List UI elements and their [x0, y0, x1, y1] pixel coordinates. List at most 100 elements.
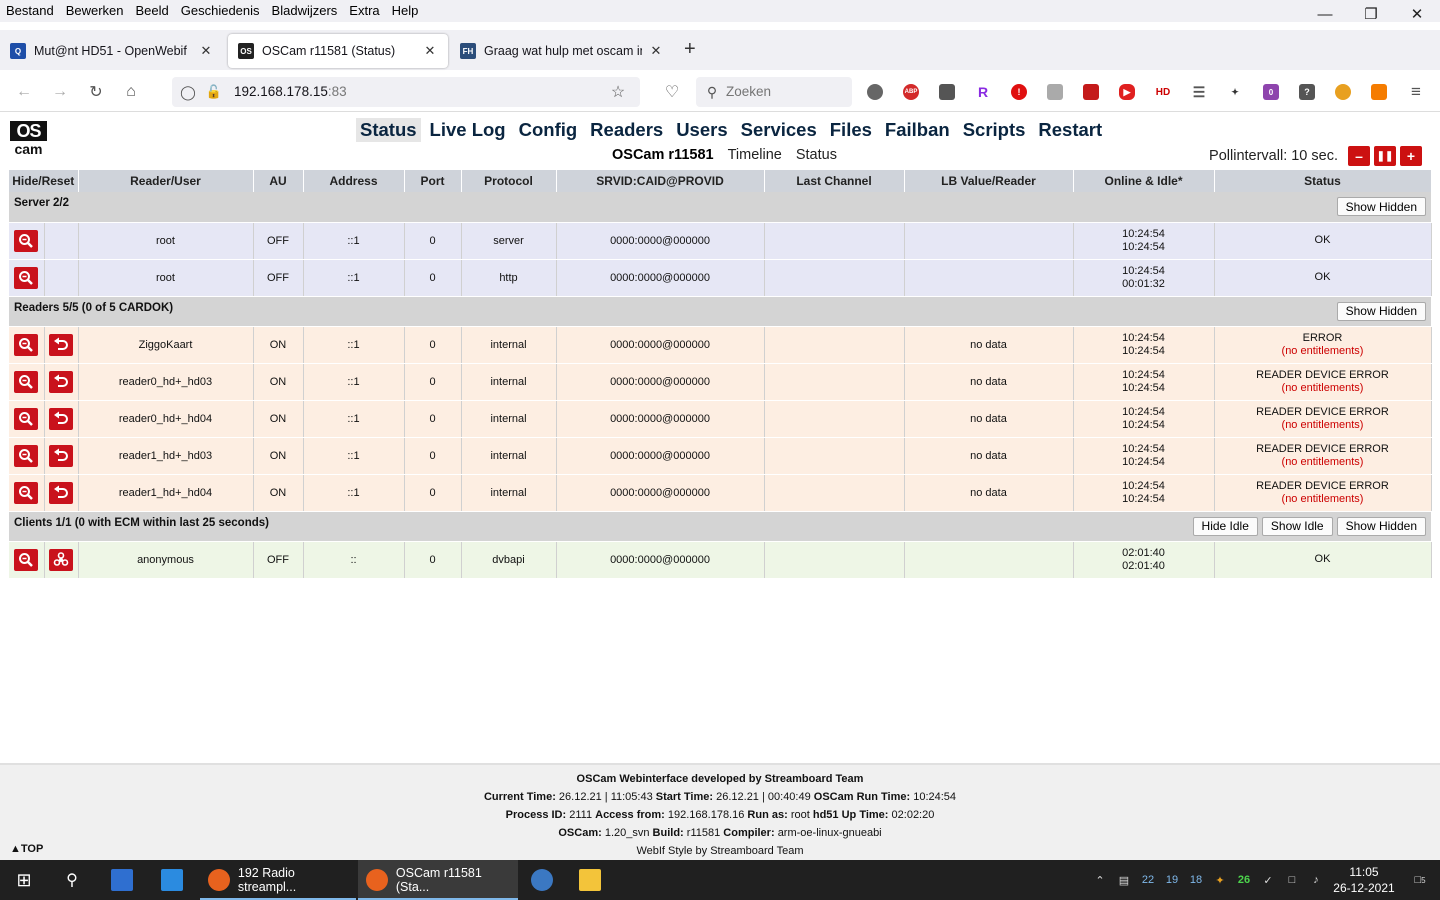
reset-icon[interactable]	[49, 407, 73, 430]
tray-check-icon[interactable]: ✓	[1256, 860, 1280, 900]
reset-icon[interactable]	[49, 444, 73, 467]
colorful-extension-icon[interactable]	[1335, 84, 1351, 100]
search-input[interactable]	[724, 83, 844, 100]
menu-restart[interactable]: Restart	[1034, 118, 1106, 142]
library-icon[interactable]: ☰	[1191, 84, 1207, 100]
menu-beeld[interactable]: Beeld	[130, 0, 175, 22]
tray-temp-icon[interactable]: 18	[1184, 860, 1208, 900]
translate-icon[interactable]	[1047, 84, 1063, 100]
show-idle-button[interactable]: Show Idle	[1261, 516, 1333, 536]
poll-decrease-button[interactable]: –	[1348, 146, 1370, 166]
close-icon[interactable]: ✕	[648, 43, 664, 59]
menu-readers[interactable]: Readers	[586, 118, 667, 142]
r-extension-icon[interactable]: R	[975, 84, 991, 100]
search-bar[interactable]: ⚲	[696, 77, 852, 107]
forward-arrow-icon[interactable]: →	[50, 82, 70, 102]
tab-oscam-status[interactable]: OS OSCam r11581 (Status) ✕	[228, 34, 448, 68]
menu-scripts[interactable]: Scripts	[959, 118, 1030, 142]
close-icon[interactable]: ✕	[422, 43, 438, 59]
minimize-button[interactable]: —	[1302, 0, 1348, 28]
hide-idle-button[interactable]: Hide Idle	[1192, 516, 1258, 536]
maximize-button[interactable]: ❐	[1348, 0, 1394, 28]
taskbar-firefox-radio[interactable]: 192 Radio streampl...	[200, 860, 356, 900]
menu-config[interactable]: Config	[515, 118, 582, 142]
tab-forum[interactable]: FH Graag wat hulp met oscam inst ✕	[450, 34, 674, 68]
tray-temp-icon[interactable]: 26	[1232, 860, 1256, 900]
system-clock[interactable]: 11:05 26-12-2021	[1328, 864, 1400, 896]
url-text[interactable]: 192.168.178.15:83	[234, 84, 347, 99]
reader-user-name[interactable]: root	[78, 222, 254, 260]
reader-user-name[interactable]: reader1_hd+_hd03	[78, 437, 254, 475]
lock-icon[interactable]: 🔓	[204, 82, 224, 102]
reader-user-name[interactable]: reader1_hd+_hd04	[78, 474, 254, 512]
tray-feather-icon[interactable]: ✦	[1208, 860, 1232, 900]
reader-user-name[interactable]: anonymous	[78, 541, 254, 579]
menu-files[interactable]: Files	[826, 118, 876, 142]
hamburger-menu-icon[interactable]: ≡	[1406, 82, 1426, 102]
shield-icon[interactable]: ◯	[178, 82, 198, 102]
url-bar[interactable]: ◯ 🔓 192.168.178.15:83 ☆	[172, 77, 640, 107]
hide-magnifier-icon[interactable]	[14, 333, 39, 356]
hide-magnifier-icon[interactable]	[14, 444, 39, 467]
menu-status[interactable]: Status	[356, 118, 421, 142]
hide-magnifier-icon[interactable]	[14, 407, 39, 430]
kill-client-icon[interactable]	[49, 548, 73, 571]
thunderbird-icon[interactable]	[520, 860, 564, 900]
windows-start-icon[interactable]: ⊞	[0, 860, 48, 900]
menu-bladwijzers[interactable]: Bladwijzers	[266, 0, 344, 22]
reset-icon[interactable]	[49, 481, 73, 504]
menu-bewerken[interactable]: Bewerken	[60, 0, 130, 22]
sub-link-timeline[interactable]: Timeline	[728, 147, 782, 163]
ublock-icon[interactable]: !	[1011, 84, 1027, 100]
reload-icon[interactable]: ↻	[86, 82, 106, 102]
menu-users[interactable]: Users	[672, 118, 731, 142]
reader-user-name[interactable]: ZiggoKaart	[78, 326, 254, 364]
reader-user-name[interactable]: reader0_hd+_hd04	[78, 400, 254, 438]
menu-live-log[interactable]: Live Log	[426, 118, 510, 142]
badge-extension-icon[interactable]: 0	[1263, 84, 1279, 100]
close-window-button[interactable]: ✕	[1394, 0, 1440, 28]
reset-icon[interactable]	[49, 333, 73, 356]
feather-icon[interactable]: ✦	[1227, 84, 1243, 100]
poll-increase-button[interactable]: +	[1400, 146, 1422, 166]
store-icon[interactable]	[150, 860, 194, 900]
reader-user-name[interactable]: reader0_hd+_hd03	[78, 363, 254, 401]
menu-extra[interactable]: Extra	[343, 0, 385, 22]
oscam-logo[interactable]: OS cam	[10, 121, 47, 158]
network-icon[interactable]: □	[1280, 860, 1304, 900]
file-explorer-icon[interactable]	[568, 860, 612, 900]
taskbar-firefox-oscam[interactable]: OSCam r11581 (Sta...	[358, 860, 518, 900]
hide-magnifier-icon[interactable]	[14, 548, 39, 571]
search-taskbar-icon[interactable]: ⚲	[50, 860, 94, 900]
pocket-icon[interactable]: ♡	[662, 82, 682, 102]
volume-icon[interactable]: ♪	[1304, 860, 1328, 900]
cart-icon[interactable]	[1371, 84, 1387, 100]
menu-help[interactable]: Help	[386, 0, 425, 22]
back-arrow-icon[interactable]: ←	[14, 82, 34, 102]
home-icon[interactable]: ⌂	[121, 82, 141, 102]
reader-user-name[interactable]: root	[78, 259, 254, 297]
tray-chevron-up-icon[interactable]: ⌃	[1088, 860, 1112, 900]
help-icon[interactable]: ?	[1299, 84, 1315, 100]
mail-icon[interactable]	[100, 860, 144, 900]
menu-bestand[interactable]: Bestand	[0, 0, 60, 22]
show-hidden-button[interactable]: Show Hidden	[1336, 516, 1426, 536]
hide-magnifier-icon[interactable]	[14, 266, 39, 289]
tab-openwebif[interactable]: Q Mut@nt HD51 - OpenWebif ✕	[0, 34, 224, 68]
hide-magnifier-icon[interactable]	[14, 481, 39, 504]
menu-services[interactable]: Services	[737, 118, 821, 142]
tray-temp-icon[interactable]: 22	[1136, 860, 1160, 900]
poll-pause-button[interactable]: ❚❚	[1374, 146, 1396, 166]
menu-failban[interactable]: Failban	[881, 118, 954, 142]
adblock-icon[interactable]: ABP	[903, 84, 919, 100]
new-tab-plus-icon[interactable]: +	[684, 38, 696, 61]
print-icon[interactable]	[939, 84, 955, 100]
menu-geschiedenis[interactable]: Geschiedenis	[175, 0, 266, 22]
back-to-top-link[interactable]: ▲TOP	[10, 843, 43, 855]
sub-link-status[interactable]: Status	[796, 147, 837, 163]
show-hidden-button[interactable]: Show Hidden	[1336, 301, 1426, 321]
tray-temp-icon[interactable]: 19	[1160, 860, 1184, 900]
hide-magnifier-icon[interactable]	[14, 229, 39, 252]
extension-icon[interactable]	[867, 84, 883, 100]
notification-icon[interactable]: □ 5	[1400, 860, 1440, 900]
